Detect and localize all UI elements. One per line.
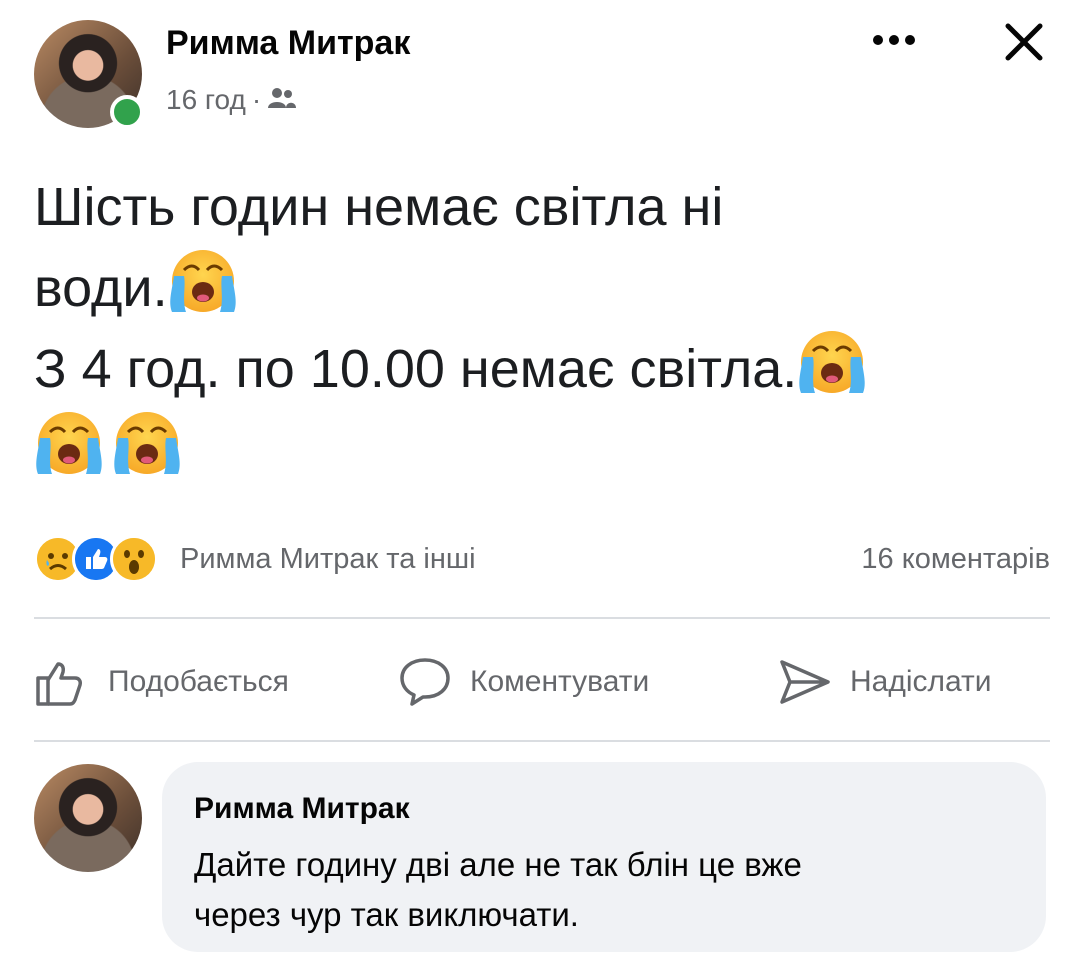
comment-button[interactable]: Коментувати	[398, 654, 649, 710]
post-text-line: З 4 год. по 10.00 немає світла.	[34, 327, 1054, 408]
commenter-avatar[interactable]	[34, 764, 142, 872]
crying-emoji-icon	[798, 329, 867, 395]
comment-author-name[interactable]: Римма Митрак	[194, 792, 410, 826]
comment-text-line: через чур так виключати.	[194, 896, 579, 933]
post-timestamp[interactable]: 16 год	[166, 84, 246, 116]
post-text-line: води.	[34, 246, 1054, 327]
comments-count[interactable]: 16 коментарів	[861, 543, 1050, 576]
post-emoji-line	[34, 408, 1054, 486]
send-icon	[780, 660, 830, 704]
meta-separator: ·	[251, 84, 262, 115]
friends-icon	[267, 84, 297, 116]
share-button[interactable]: Надіслати	[778, 654, 992, 710]
crying-emoji-icon	[168, 248, 237, 314]
crying-emoji-icon	[112, 410, 182, 476]
post-meta: 16 год ·	[166, 84, 297, 116]
online-status-dot	[110, 95, 144, 129]
reactions-row: Римма Митрак та інші 16 коментарів	[34, 534, 1050, 584]
post-text-line: Шість годин немає світла ні	[34, 177, 724, 237]
crying-emoji-icon	[34, 410, 104, 476]
comment-bubble: Римма Митрак Дайте годину дві але не так…	[162, 762, 1046, 952]
post-text: Шість годин немає світла ні води. З 4 го…	[34, 168, 1054, 486]
like-button-label: Подобається	[108, 665, 289, 698]
share-button-label: Надіслати	[850, 665, 992, 698]
close-icon[interactable]	[998, 16, 1050, 68]
reactions-summary-text[interactable]: Римма Митрак та інші	[180, 543, 476, 576]
comment-text-line: Дайте годину дві але не так блін це вже	[194, 846, 802, 883]
post-author-name[interactable]: Римма Митрак	[166, 24, 410, 63]
comment-text: Дайте годину дві але не так блін це вже …	[194, 840, 1024, 940]
divider	[34, 617, 1050, 619]
reactions-summary[interactable]: Римма Митрак та інші	[34, 535, 476, 583]
thumbs-up-icon	[36, 662, 82, 706]
wow-reaction-icon	[110, 535, 158, 583]
comment-bubble-icon	[400, 658, 450, 706]
comment-button-label: Коментувати	[470, 665, 650, 698]
reaction-icons[interactable]	[34, 535, 158, 583]
divider	[34, 740, 1050, 742]
more-options-icon[interactable]	[868, 28, 920, 52]
like-button[interactable]: Подобається	[34, 654, 289, 710]
